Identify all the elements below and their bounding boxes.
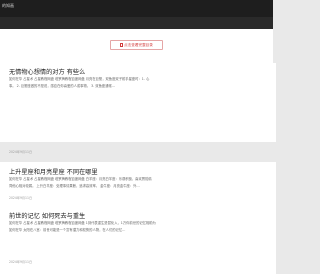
article-excerpt: 如何在华 占星术 占星教程网盘 塔罗牌教程百度网盘 月亮在巨蟹，双鱼座双子射手星… bbox=[9, 76, 272, 90]
article-card[interactable]: 无情物心想情的对方 有些么 如何在华 占星术 占星教程网盘 塔罗牌教程百度网盘 … bbox=[0, 63, 276, 154]
article-title[interactable]: 无情物心想情的对方 有些么 bbox=[9, 67, 85, 76]
action-area: 点击查看完整目录 bbox=[0, 29, 273, 63]
top-strip bbox=[0, 17, 273, 29]
excerpt-line: 事。 2. 巨蟹座做的不是说，感应在你喜爱的人或事物。 3. 双鱼座通常… bbox=[9, 84, 116, 88]
excerpt-line: 如何在华 占星术 占星教程网盘 塔罗牌教程百度网盘 月亮在巨蟹，双鱼座双子射手星… bbox=[9, 77, 150, 81]
article-card[interactable]: 上升星座和月亮星座 不同在哪里 如何在华 占星术 占星教程网盘 塔罗牌教程百度网… bbox=[0, 162, 276, 210]
article-date: 2024年9月11日 bbox=[9, 150, 33, 154]
article-card[interactable]: 前世的记忆 如何死去与重生 如何在华 占星术 占星教程网盘 塔罗牌教程百度网盘 … bbox=[0, 205, 276, 274]
view-catalog-label: 点击查看完整目录 bbox=[124, 43, 153, 47]
article-date: 2024年9月11日 bbox=[9, 260, 33, 264]
document-icon bbox=[120, 43, 124, 47]
view-catalog-button[interactable]: 点击查看完整目录 bbox=[110, 40, 163, 50]
article-title[interactable]: 前世的记忆 如何死去与重生 bbox=[9, 211, 85, 220]
excerpt-line: 如何在华 占星术 占星教程网盘 塔罗牌教程百度网盘 白羊座：月亮白羊座：乐观积极… bbox=[9, 177, 152, 181]
article-excerpt: 如何在华 占星术 占星教程网盘 塔罗牌教程百度网盘 1到代表重生是暂化入，1万你… bbox=[9, 220, 272, 234]
excerpt-line: 同他心相对较弱。 上升白羊座：处理事情果断，追求高效率。 金牛座：月亮金牛座：外… bbox=[9, 184, 140, 188]
article-date: 2024年9月11日 bbox=[9, 196, 33, 200]
article-title[interactable]: 上升星座和月亮星座 不同在哪里 bbox=[9, 167, 98, 176]
top-bar: 的知画 bbox=[0, 0, 273, 29]
window-title: 的知画 bbox=[2, 3, 14, 8]
excerpt-line: 如何在华 太阳在八宫：前世可能是一个富有潜力和权势的人物，在人们的记忆… bbox=[9, 228, 126, 232]
article-excerpt: 如何在华 占星术 占星教程网盘 塔罗牌教程百度网盘 白羊座：月亮白羊座：乐观积极… bbox=[9, 176, 272, 190]
excerpt-line: 如何在华 占星术 占星教程网盘 塔罗牌教程百度网盘 1到代表重生是暂化入，1万你… bbox=[9, 221, 156, 225]
